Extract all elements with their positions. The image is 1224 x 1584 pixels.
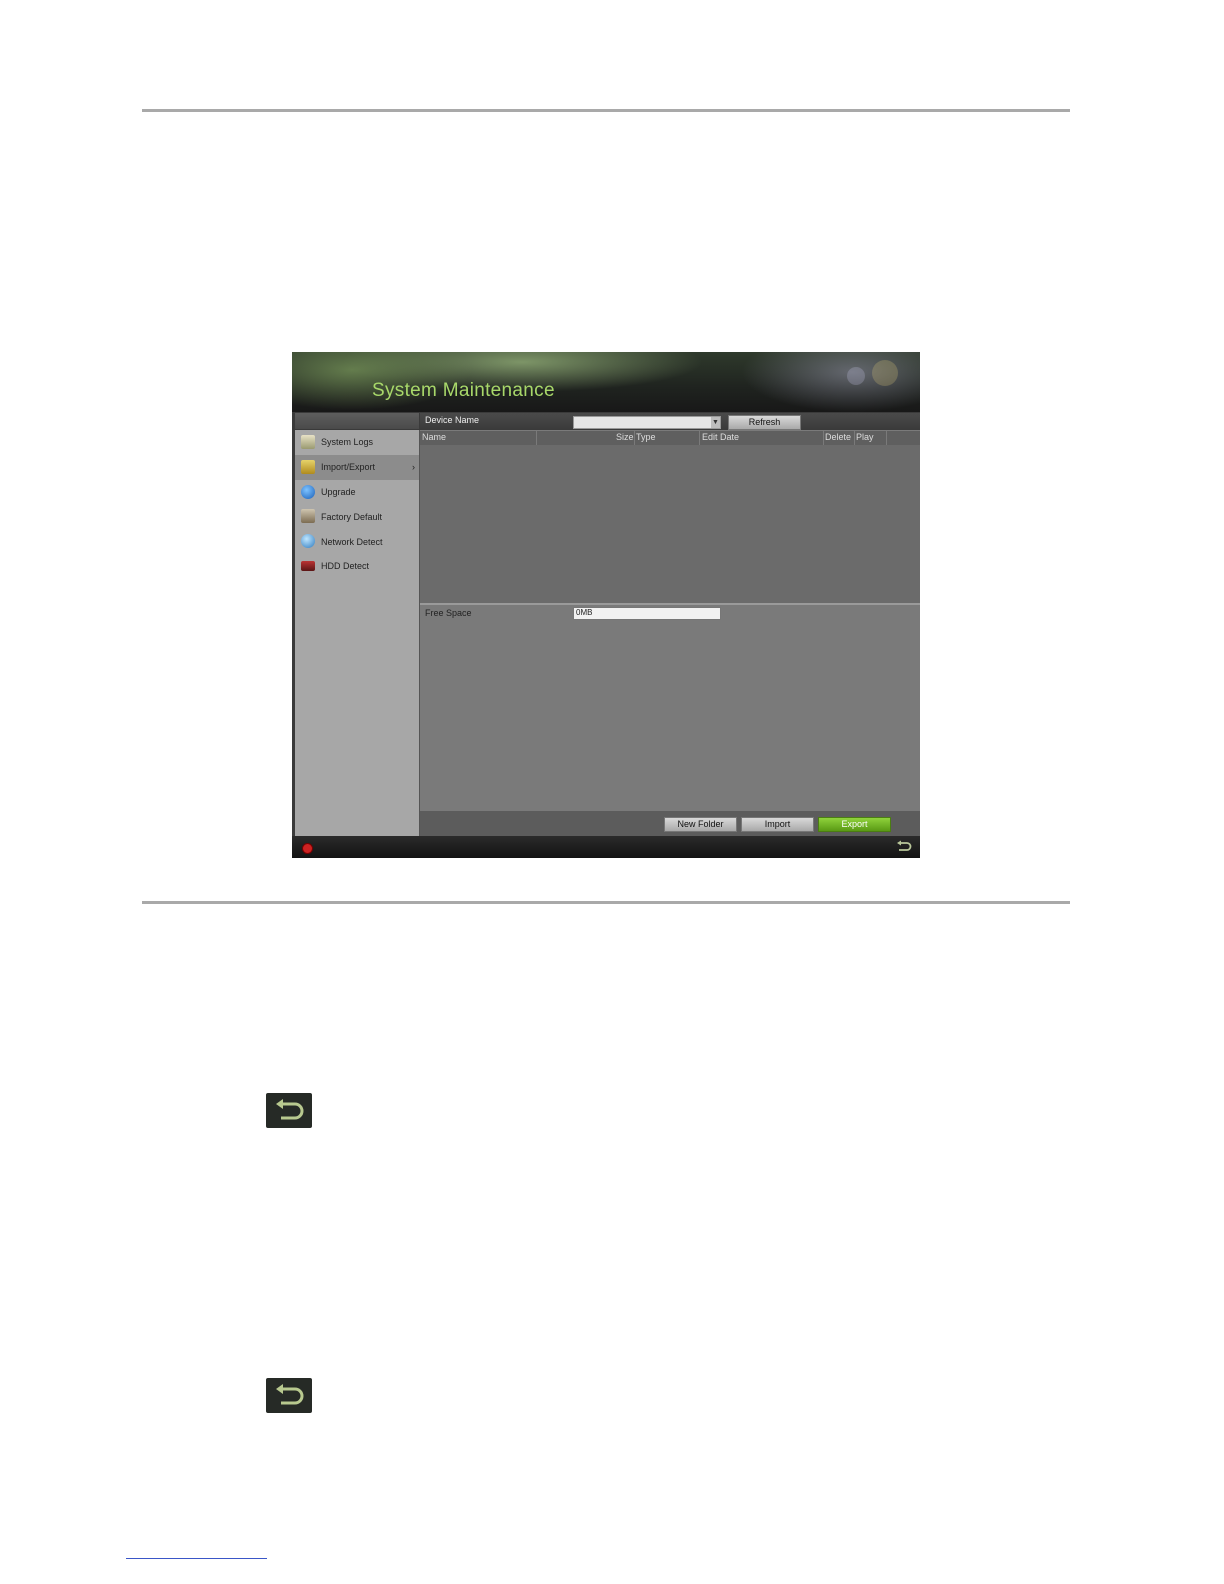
column-header-name[interactable]: Name [422, 432, 446, 442]
upgrade-icon [301, 484, 315, 499]
bottom-divider [142, 901, 1070, 904]
sidebar-menu: System Logs Import/Export › Upgrade Fact… [295, 430, 420, 836]
network-icon [301, 534, 315, 549]
sidebar-item-label: System Logs [321, 437, 374, 448]
log-icon [301, 435, 315, 449]
main-panel: Device Name ▼ Refresh Name Size Type Edi… [420, 413, 920, 836]
stop-icon[interactable] [302, 843, 313, 854]
device-name-label: Device Name [425, 415, 480, 425]
refresh-button[interactable]: Refresh [728, 415, 801, 430]
device-name-select[interactable]: ▼ [573, 416, 721, 429]
window-title: System Maintenance [372, 380, 555, 401]
folder-icon [301, 459, 315, 474]
window-header: System Maintenance [292, 352, 920, 412]
column-divider [536, 431, 537, 445]
hdd-icon [301, 560, 315, 571]
column-header-edit-date[interactable]: Edit Date [702, 432, 739, 442]
column-divider [854, 431, 855, 445]
sidebar-item-label: Import/Export [321, 462, 376, 473]
footnote-separator [126, 1558, 267, 1559]
chevron-down-icon[interactable]: ▼ [711, 417, 720, 428]
status-bar [292, 836, 920, 858]
system-maintenance-window: System Maintenance System Logs Import/Ex… [292, 352, 920, 858]
sidebar-item-label: Network Detect [321, 536, 383, 547]
sidebar-item-network-detect[interactable]: Network Detect [295, 529, 419, 554]
chevron-right-icon: › [412, 462, 415, 473]
sidebar-item-factory-default[interactable]: Factory Default [295, 504, 419, 529]
sidebar-item-label: Upgrade [321, 486, 356, 497]
column-divider [634, 431, 635, 445]
menu-header [295, 413, 419, 429]
sidebar-item-label: HDD Detect [321, 561, 370, 572]
sidebar-item-import-export[interactable]: Import/Export › [295, 454, 419, 480]
column-divider [699, 431, 700, 445]
column-divider [823, 431, 824, 445]
sidebar-item-hdd-detect[interactable]: HDD Detect [295, 554, 419, 579]
decor-bokeh [872, 360, 898, 386]
table-divider [420, 603, 920, 605]
back-icon [266, 1093, 312, 1128]
column-header-delete[interactable]: Delete [825, 432, 851, 442]
sidebar-item-label: Factory Default [321, 511, 383, 522]
factory-icon [301, 509, 315, 524]
file-table-body[interactable] [420, 445, 920, 603]
top-divider [142, 109, 1070, 112]
new-folder-button[interactable]: New Folder [664, 817, 737, 832]
import-button[interactable]: Import [741, 817, 814, 832]
action-bar: New Folder Import Export [420, 811, 920, 836]
device-toolbar: Device Name ▼ Refresh [420, 413, 920, 430]
column-header-size[interactable]: Size [616, 432, 634, 442]
column-header-play[interactable]: Play [856, 432, 874, 442]
free-space-field: 0MB [573, 607, 721, 620]
sidebar-item-upgrade[interactable]: Upgrade [295, 480, 419, 505]
column-header-type[interactable]: Type [636, 432, 656, 442]
column-divider [886, 431, 887, 445]
back-icon [266, 1378, 312, 1413]
sidebar-item-system-logs[interactable]: System Logs [295, 430, 419, 455]
free-space-label: Free Space [425, 608, 472, 618]
decor-bokeh [847, 367, 865, 385]
file-table-header: Name Size Type Edit Date Delete Play [420, 431, 920, 445]
export-button[interactable]: Export [818, 817, 891, 832]
back-icon[interactable] [896, 840, 912, 854]
